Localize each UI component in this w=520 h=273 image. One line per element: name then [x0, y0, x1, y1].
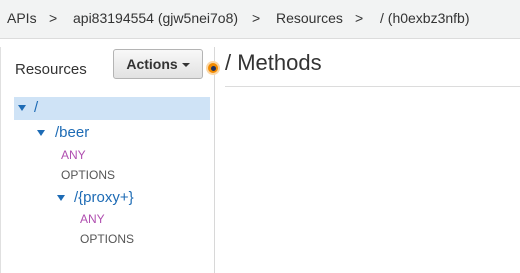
method-proxy-options[interactable]: OPTIONS	[80, 232, 134, 246]
breadcrumb-api-link[interactable]: api83194554 (gjw5nei7o8)	[73, 10, 238, 26]
tree-item-root[interactable]: /	[14, 97, 210, 120]
breadcrumb-apis-link[interactable]: APIs	[7, 10, 37, 26]
title-divider	[225, 86, 520, 87]
breadcrumb-separator: >	[49, 10, 58, 26]
method-beer-options[interactable]: OPTIONS	[61, 168, 115, 182]
breadcrumb: APIs > api83194554 (gjw5nei7o8) > Resour…	[0, 0, 520, 39]
resource-root-link[interactable]: /	[34, 99, 38, 116]
resource-beer-link[interactable]: /beer	[55, 124, 89, 141]
breadcrumb-separator: >	[252, 10, 261, 26]
page-title: / Methods	[225, 50, 322, 75]
breadcrumb-current-resource: / (h0exbz3nfb)	[380, 10, 470, 26]
sidebar-collapse-handle[interactable]	[206, 61, 220, 75]
handle-dot-icon	[210, 65, 216, 71]
actions-button-label: Actions	[126, 56, 178, 72]
caret-down-icon	[181, 63, 190, 67]
resources-heading: Resources	[15, 61, 87, 78]
expand-triangle-icon[interactable]	[18, 105, 26, 111]
method-beer-any[interactable]: ANY	[61, 148, 86, 162]
sidebar-divider[interactable]	[214, 47, 215, 273]
expand-triangle-icon[interactable]	[37, 130, 45, 136]
actions-button[interactable]: Actions	[113, 49, 203, 79]
breadcrumb-separator: >	[355, 10, 364, 26]
method-proxy-any[interactable]: ANY	[80, 212, 105, 226]
breadcrumb-resources-link[interactable]: Resources	[276, 10, 343, 26]
panel-border	[0, 47, 1, 273]
resource-proxy-link[interactable]: /{proxy+}	[74, 189, 134, 206]
expand-triangle-icon[interactable]	[57, 195, 65, 201]
